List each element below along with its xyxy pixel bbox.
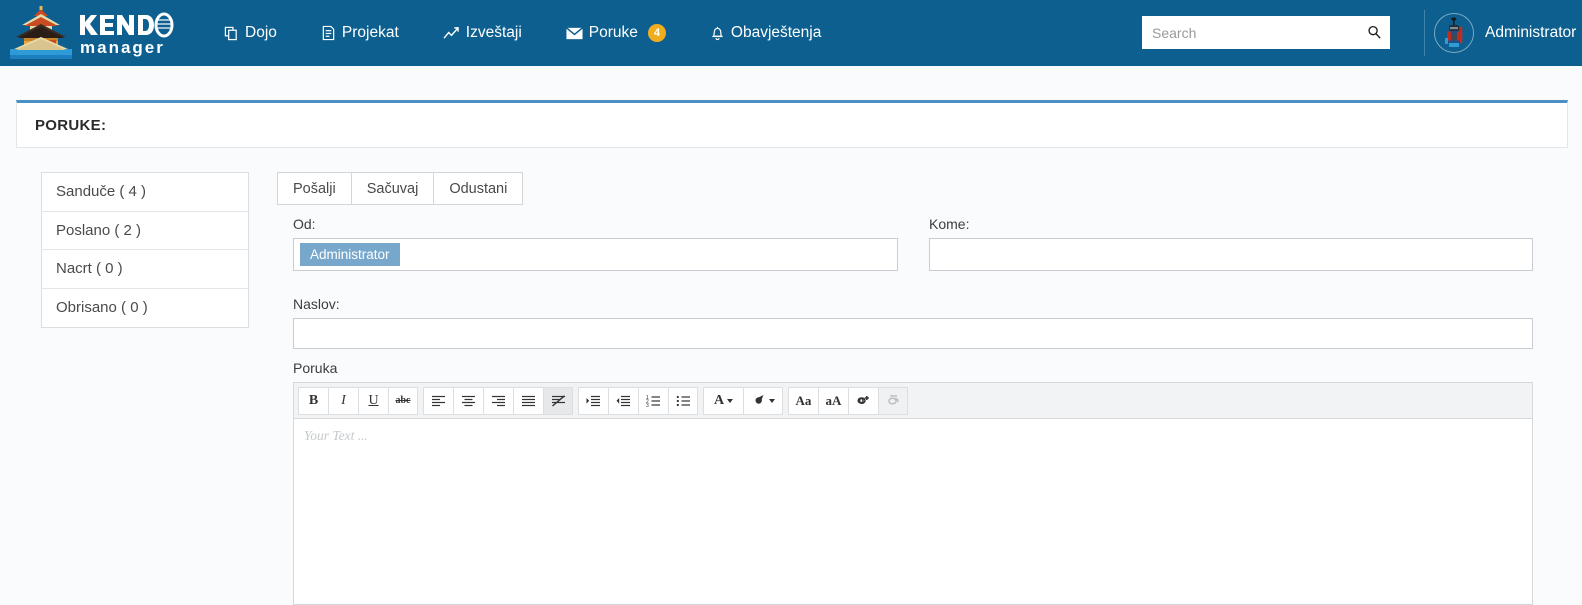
subject-label: Naslov:	[293, 296, 340, 312]
user-menu[interactable]: Administrator	[1434, 9, 1576, 57]
nav-item-dojo[interactable]: Dojo	[202, 0, 299, 66]
nav-item-label: Obavještenja	[730, 24, 822, 41]
nav-item-label: Dojo	[245, 24, 277, 41]
search-icon	[1367, 25, 1382, 40]
from-field[interactable]: Administrator	[293, 238, 898, 271]
bell-icon	[710, 25, 725, 41]
chart-line-icon	[443, 26, 460, 41]
align-right-icon[interactable]	[483, 386, 513, 415]
indent-increase-icon[interactable]	[578, 386, 608, 415]
search-input[interactable]	[1142, 16, 1358, 49]
nav-item-izvestaji[interactable]: Izveštaji	[421, 0, 544, 66]
folder-label: Obrisano ( 0 )	[56, 299, 148, 317]
search-button[interactable]	[1358, 16, 1390, 49]
uppercase-icon[interactable]: Aa	[788, 386, 818, 415]
folder-item-sent[interactable]: Poslano ( 2 )	[42, 211, 248, 250]
lowercase-icon[interactable]: aA	[818, 386, 848, 415]
to-field[interactable]	[929, 238, 1533, 271]
send-button[interactable]: Pošalji	[277, 172, 351, 205]
folder-label: Sanduče ( 4 )	[56, 183, 147, 201]
svg-text:manager: manager	[80, 38, 165, 57]
svg-text:3: 3	[646, 403, 649, 407]
align-justify-icon[interactable]	[513, 386, 543, 415]
logo-graphic: manager	[10, 6, 174, 59]
bold-icon[interactable]: B	[298, 386, 328, 415]
editor-toolbar: B I U abc 1 2 3 A Aa aA	[294, 383, 1532, 419]
page-title: PORUKE:	[35, 116, 107, 134]
folder-item-inbox[interactable]: Sanduče ( 4 )	[42, 173, 248, 212]
nav-links: Dojo Projekat Izveštaji Poruke 4 Obavješ…	[202, 0, 843, 66]
nav-item-poruke[interactable]: Poruke 4	[544, 0, 688, 66]
text-style-group: B I U abc	[298, 386, 418, 415]
mail-folder-list: Sanduče ( 4 ) Poslano ( 2 ) Nacrt ( 0 ) …	[41, 172, 249, 328]
avatar	[1434, 13, 1474, 53]
chevron-down-icon	[768, 398, 775, 403]
message-label: Poruka	[293, 360, 338, 376]
italic-icon[interactable]: I	[328, 386, 358, 415]
highlight-color-icon[interactable]	[743, 386, 783, 415]
to-label: Kome:	[929, 216, 970, 232]
message-placeholder: Your Text ...	[304, 428, 368, 443]
folder-item-deleted[interactable]: Obrisano ( 0 )	[42, 288, 248, 327]
text-color-glyph: A	[713, 392, 725, 408]
save-button[interactable]: Sačuvaj	[350, 172, 434, 205]
cancel-button[interactable]: Odustani	[433, 172, 524, 205]
nav-item-label: Poruke	[588, 24, 638, 41]
subject-field[interactable]	[293, 318, 1533, 349]
poruke-unread-badge: 4	[647, 24, 666, 42]
nav-item-label: Izveštaji	[465, 24, 522, 41]
compose-actions: Pošalji Sačuvaj Odustani	[277, 172, 524, 205]
header-divider	[1424, 10, 1425, 56]
search-box	[1142, 16, 1390, 49]
indent-decrease-icon[interactable]	[608, 386, 638, 415]
clear-formatting-icon[interactable]	[543, 386, 573, 415]
page-title-panel: PORUKE:	[16, 100, 1568, 148]
from-label: Od:	[293, 216, 316, 232]
message-body-input[interactable]: Your Text ...	[294, 419, 1532, 604]
nav-item-label: Projekat	[341, 24, 399, 41]
envelope-icon	[565, 26, 583, 40]
user-name: Administrator	[1485, 24, 1577, 41]
top-navigation-bar: manager Dojo Projekat Izveštaji Poruke 4…	[0, 0, 1582, 66]
ordered-list-icon[interactable]: 1 2 3	[638, 386, 668, 415]
chevron-down-icon	[727, 398, 734, 403]
align-left-icon[interactable]	[423, 386, 453, 415]
insert-link-icon[interactable]	[848, 386, 878, 415]
app-logo[interactable]: manager	[4, 3, 174, 63]
text-color-icon[interactable]: A	[703, 386, 743, 415]
folder-item-drafts[interactable]: Nacrt ( 0 )	[42, 250, 248, 289]
copy-icon	[224, 26, 239, 41]
document-icon	[321, 25, 336, 41]
kendo-warrior-avatar	[1436, 15, 1472, 51]
nav-item-projekat[interactable]: Projekat	[299, 0, 421, 66]
nav-item-obavjestenja[interactable]: Obavještenja	[688, 0, 843, 66]
color-group: A	[703, 386, 783, 415]
alignment-group	[423, 386, 573, 415]
indent-list-group: 1 2 3	[578, 386, 698, 415]
unordered-list-icon[interactable]	[668, 386, 698, 415]
strikethrough-icon[interactable]: abc	[388, 386, 418, 415]
underline-icon[interactable]: U	[358, 386, 388, 415]
case-link-group: Aa aA	[788, 386, 908, 415]
folder-label: Nacrt ( 0 )	[56, 260, 123, 278]
folder-label: Poslano ( 2 )	[56, 221, 142, 239]
message-editor: B I U abc 1 2 3 A Aa aA Your Text ...	[293, 382, 1533, 605]
recipient-token-administrator[interactable]: Administrator	[300, 243, 400, 266]
align-center-icon[interactable]	[453, 386, 483, 415]
remove-link-icon	[878, 386, 908, 415]
